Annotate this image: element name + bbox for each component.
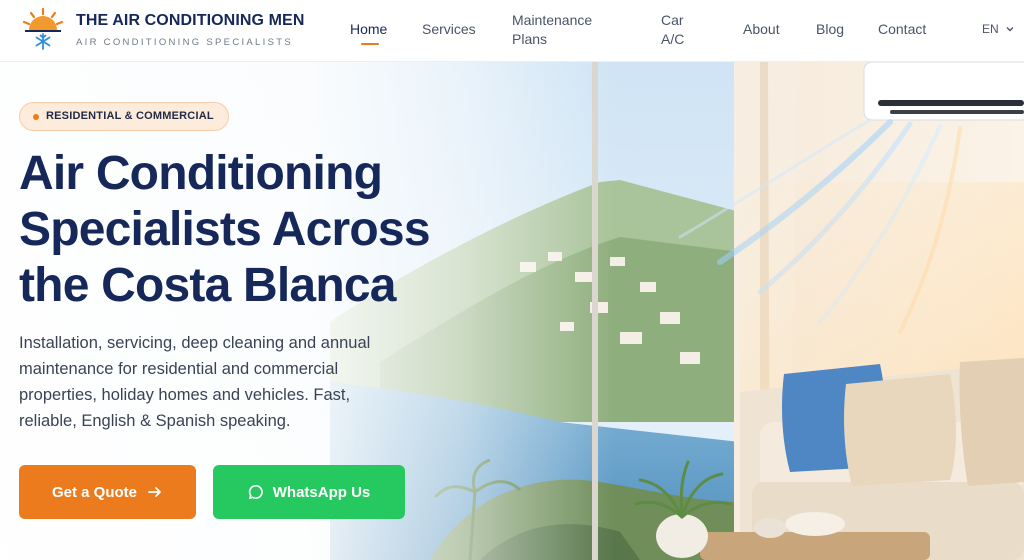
nav-contact[interactable]: Contact	[878, 20, 926, 39]
badge-label: RESIDENTIAL & COMMERCIAL	[46, 110, 214, 122]
whatsapp-label: WhatsApp Us	[272, 483, 371, 501]
hero-title-line-2: Specialists Across	[19, 203, 431, 256]
brand-name[interactable]: THE AIR CONDITIONING MEN	[76, 12, 304, 30]
language-label: EN	[982, 22, 999, 36]
nav-services[interactable]: Services	[422, 20, 476, 39]
nav-car-ac[interactable]: Car A/C	[661, 11, 701, 49]
get-quote-label: Get a Quote	[51, 483, 137, 501]
nav-active-indicator	[361, 43, 379, 45]
arrow-right-icon	[148, 487, 161, 497]
hero-description: Installation, servicing, deep cleaning a…	[19, 334, 371, 430]
site-header: THE AIR CONDITIONING MEN AIR CONDITIONIN…	[0, 0, 1024, 62]
badge-dot-icon	[33, 114, 39, 120]
sun-snowflake-logo-icon[interactable]	[20, 6, 66, 52]
whatsapp-icon	[248, 484, 263, 499]
hero-title-line-3: the Costa Blanca	[19, 259, 396, 312]
hero-title-line-1: Air Conditioning	[19, 147, 383, 200]
nav-about[interactable]: About	[743, 20, 780, 39]
chevron-down-icon	[1006, 27, 1014, 32]
nav-home[interactable]: Home	[350, 20, 387, 39]
hero-section: RESIDENTIAL & COMMERCIAL Air Conditionin…	[0, 62, 1024, 560]
hero-title: Air Conditioning Specialists Across the …	[19, 146, 519, 314]
language-selector[interactable]: EN	[982, 22, 1015, 36]
category-badge: RESIDENTIAL & COMMERCIAL	[19, 102, 229, 131]
whatsapp-button[interactable]: WhatsApp Us	[213, 465, 405, 519]
nav-maintenance-plans[interactable]: Maintenance Plans	[512, 11, 612, 49]
get-quote-button[interactable]: Get a Quote	[19, 465, 196, 519]
nav-blog[interactable]: Blog	[816, 20, 844, 39]
brand-tagline: AIR CONDITIONING SPECIALISTS	[76, 37, 293, 48]
